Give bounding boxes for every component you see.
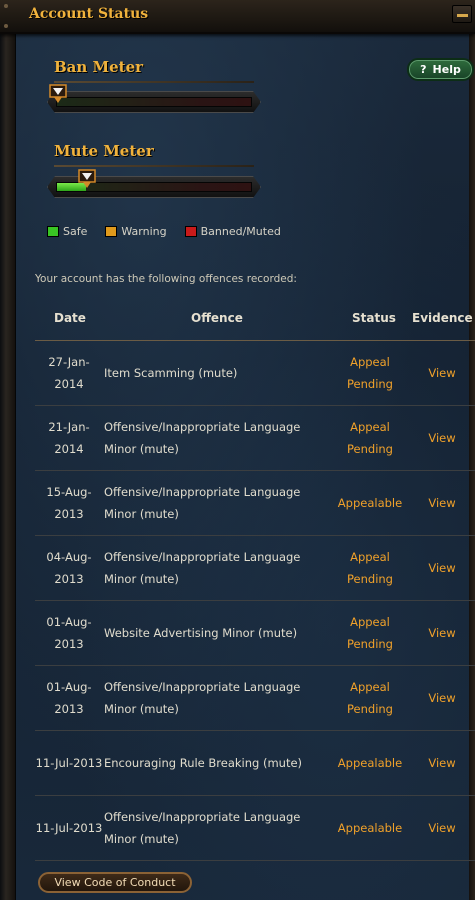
mute-meter-title: Mute Meter <box>54 142 154 160</box>
offence-name: Offensive/Inappropriate Language Minor (… <box>104 680 301 716</box>
table-row: 11-Jul-2013 Encouraging Rule Breaking (m… <box>35 731 475 796</box>
left-frame-border <box>0 28 16 900</box>
ban-meter-bar <box>47 91 261 113</box>
offence-name: Website Advertising Minor (mute) <box>104 626 298 640</box>
offences-intro-text: Your account has the following offences … <box>35 273 297 285</box>
offence-name: Item Scamming (mute) <box>104 366 238 380</box>
rivet-icon <box>4 4 8 8</box>
column-header-evidence: Evidence <box>412 311 473 325</box>
table-row: 27-Jan-2014 Item Scamming (mute) Appeal … <box>35 341 475 406</box>
title-bar: Account Status <box>0 0 475 34</box>
table-row: 01-Aug-2013 Website Advertising Minor (m… <box>35 601 475 666</box>
column-header-offence: Offence <box>191 311 243 325</box>
meter-legend: Safe Warning Banned/Muted <box>47 225 299 238</box>
legend-label-warning: Warning <box>121 225 167 238</box>
offence-name: Offensive/Inappropriate Language Minor (… <box>104 550 301 586</box>
view-evidence-link[interactable]: View <box>409 471 475 535</box>
ban-meter-title: Ban Meter <box>54 58 144 76</box>
table-row: 11-Jul-2013 Offensive/Inappropriate Lang… <box>35 796 475 861</box>
offence-name: Encouraging Rule Breaking (mute) <box>104 756 303 770</box>
minimize-icon <box>457 14 468 17</box>
offence-status[interactable]: Appeal Pending <box>331 406 409 470</box>
legend-swatch-safe <box>47 226 59 237</box>
offence-status[interactable]: Appeal Pending <box>331 341 409 405</box>
ban-meter-track <box>56 97 252 107</box>
offence-name: Offensive/Inappropriate Language Minor (… <box>104 810 301 846</box>
legend-label-banned-muted: Banned/Muted <box>200 225 281 238</box>
ban-meter-pointer-icon <box>49 84 67 103</box>
offence-status[interactable]: Appeal Pending <box>331 666 409 730</box>
mute-meter-underline <box>54 165 254 167</box>
offences-table-header: Date Offence Status Evidence <box>35 309 475 341</box>
offence-date: 21-Jan-2014 <box>48 420 90 456</box>
table-row: 15-Aug-2013 Offensive/Inappropriate Lang… <box>35 471 475 536</box>
mute-meter-pointer-icon <box>78 169 97 188</box>
offence-date: 27-Jan-2014 <box>48 355 90 391</box>
legend-item-banned-muted: Banned/Muted <box>184 225 281 238</box>
question-mark-icon: ? <box>420 63 427 76</box>
offence-date: 01-Aug-2013 <box>46 615 92 651</box>
table-row: 01-Aug-2013 Offensive/Inappropriate Lang… <box>35 666 475 731</box>
view-evidence-link[interactable]: View <box>409 601 475 665</box>
window-title: Account Status <box>29 6 149 22</box>
offence-status[interactable]: Appeal Pending <box>331 601 409 665</box>
column-header-date: Date <box>54 311 86 325</box>
offence-date: 15-Aug-2013 <box>46 485 92 521</box>
view-evidence-link[interactable]: View <box>409 731 475 795</box>
offence-date: 11-Jul-2013 <box>35 821 103 835</box>
offence-name: Offensive/Inappropriate Language Minor (… <box>104 485 301 521</box>
legend-item-warning: Warning <box>105 225 167 238</box>
view-code-of-conduct-button[interactable]: View Code of Conduct <box>38 872 192 893</box>
column-header-status: Status <box>352 311 396 325</box>
offence-date: 11-Jul-2013 <box>35 756 103 770</box>
offence-status[interactable]: Appealable <box>331 471 409 535</box>
view-evidence-link[interactable]: View <box>409 406 475 470</box>
offence-status[interactable]: Appealable <box>331 796 409 860</box>
legend-swatch-banned-muted <box>184 226 197 237</box>
offence-date: 04-Aug-2013 <box>46 550 92 586</box>
view-evidence-link[interactable]: View <box>409 796 475 860</box>
rivet-icon <box>4 24 8 28</box>
minimize-button[interactable] <box>452 5 472 23</box>
view-evidence-link[interactable]: View <box>409 341 475 405</box>
offence-date: 01-Aug-2013 <box>46 680 92 716</box>
offence-status[interactable]: Appeal Pending <box>331 536 409 600</box>
legend-label-safe: Safe <box>63 225 88 238</box>
view-evidence-link[interactable]: View <box>409 536 475 600</box>
help-label: Help <box>432 63 461 76</box>
legend-swatch-warning <box>105 226 118 237</box>
help-button[interactable]: ? Help <box>407 58 474 81</box>
table-row: 04-Aug-2013 Offensive/Inappropriate Lang… <box>35 536 475 601</box>
table-row: 21-Jan-2014 Offensive/Inappropriate Lang… <box>35 406 475 471</box>
legend-item-safe: Safe <box>47 225 87 238</box>
offence-status[interactable]: Appealable <box>331 731 409 795</box>
ban-meter-underline <box>54 81 254 83</box>
offence-name: Offensive/Inappropriate Language Minor (… <box>104 420 301 456</box>
view-evidence-link[interactable]: View <box>409 666 475 730</box>
